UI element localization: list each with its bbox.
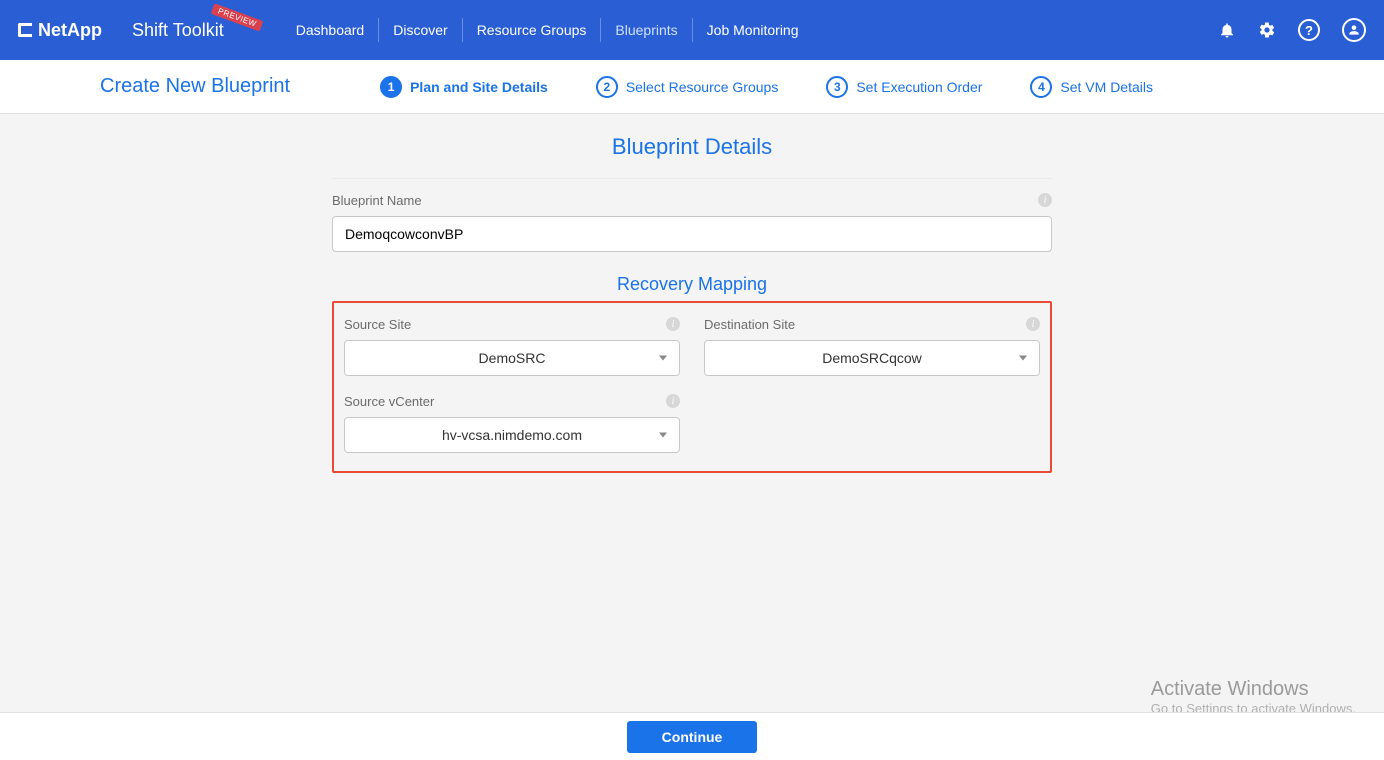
recovery-mapping-box: Source Site i DemoSRC Destination Site i… [332, 301, 1052, 473]
source-site-field: Source Site i DemoSRC [344, 317, 680, 376]
main-content: Blueprint Details Blueprint Name i Recov… [0, 114, 1384, 712]
product-label: Shift Toolkit [132, 20, 224, 40]
page-title: Create New Blueprint [100, 75, 290, 98]
section-recovery-mapping: Recovery Mapping [332, 274, 1052, 295]
info-icon[interactable]: i [1038, 193, 1052, 207]
step-select-resource-groups[interactable]: 2 Select Resource Groups [596, 76, 779, 98]
step-plan-site-details[interactable]: 1 Plan and Site Details [380, 76, 548, 98]
nav-blueprints[interactable]: Blueprints [600, 18, 691, 42]
netapp-logo-icon [18, 23, 32, 37]
blueprint-name-field: Blueprint Name i [332, 193, 1052, 252]
destination-site-value: DemoSRCqcow [822, 350, 922, 366]
source-vcenter-field: Source vCenter i hv-vcsa.nimdemo.com [344, 394, 692, 453]
gear-icon[interactable] [1258, 21, 1276, 39]
continue-button[interactable]: Continue [627, 721, 757, 753]
info-icon[interactable]: i [666, 394, 680, 408]
form-wrap: Blueprint Name i Recovery Mapping Source… [332, 178, 1052, 473]
source-vcenter-label: Source vCenter [344, 394, 680, 409]
blueprint-name-label: Blueprint Name [332, 193, 1052, 208]
bell-icon[interactable] [1218, 21, 1236, 39]
blueprint-name-input[interactable] [332, 216, 1052, 252]
step-bar: Create New Blueprint 1 Plan and Site Det… [0, 60, 1384, 114]
step-set-execution-order[interactable]: 3 Set Execution Order [826, 76, 982, 98]
step-label-3: Set Execution Order [856, 79, 982, 95]
product-name: Shift Toolkit PREVIEW [132, 20, 224, 41]
step-label-1: Plan and Site Details [410, 79, 548, 95]
site-row: Source Site i DemoSRC Destination Site i… [344, 317, 1040, 376]
steps: 1 Plan and Site Details 2 Select Resourc… [380, 76, 1153, 98]
destination-site-field: Destination Site i DemoSRCqcow [704, 317, 1040, 376]
destination-site-label: Destination Site [704, 317, 1040, 332]
nav-discover[interactable]: Discover [378, 18, 461, 42]
nav-job-monitoring[interactable]: Job Monitoring [692, 18, 813, 42]
source-vcenter-value: hv-vcsa.nimdemo.com [442, 427, 582, 443]
source-site-label: Source Site [344, 317, 680, 332]
step-number-3: 3 [826, 76, 848, 98]
brand: NetApp [18, 20, 102, 41]
step-set-vm-details[interactable]: 4 Set VM Details [1030, 76, 1153, 98]
brand-text: NetApp [38, 20, 102, 41]
step-number-4: 4 [1030, 76, 1052, 98]
chevron-down-icon [659, 433, 667, 438]
nav-resource-groups[interactable]: Resource Groups [462, 18, 601, 42]
help-icon[interactable]: ? [1298, 19, 1320, 41]
step-number-1: 1 [380, 76, 402, 98]
source-site-dropdown[interactable]: DemoSRC [344, 340, 680, 376]
step-label-4: Set VM Details [1060, 79, 1153, 95]
destination-site-dropdown[interactable]: DemoSRCqcow [704, 340, 1040, 376]
step-label-2: Select Resource Groups [626, 79, 779, 95]
topbar-actions: ? [1218, 18, 1366, 42]
chevron-down-icon [1019, 356, 1027, 361]
top-bar: NetApp Shift Toolkit PREVIEW Dashboard D… [0, 0, 1384, 60]
section-blueprint-details: Blueprint Details [0, 134, 1384, 160]
main-nav: Dashboard Discover Resource Groups Bluep… [282, 18, 813, 42]
source-vcenter-dropdown[interactable]: hv-vcsa.nimdemo.com [344, 417, 680, 453]
info-icon[interactable]: i [1026, 317, 1040, 331]
info-icon[interactable]: i [666, 317, 680, 331]
footer-bar: Continue [0, 712, 1384, 760]
nav-dashboard[interactable]: Dashboard [282, 18, 379, 42]
chevron-down-icon [659, 356, 667, 361]
source-site-value: DemoSRC [479, 350, 546, 366]
user-icon[interactable] [1342, 18, 1366, 42]
step-number-2: 2 [596, 76, 618, 98]
